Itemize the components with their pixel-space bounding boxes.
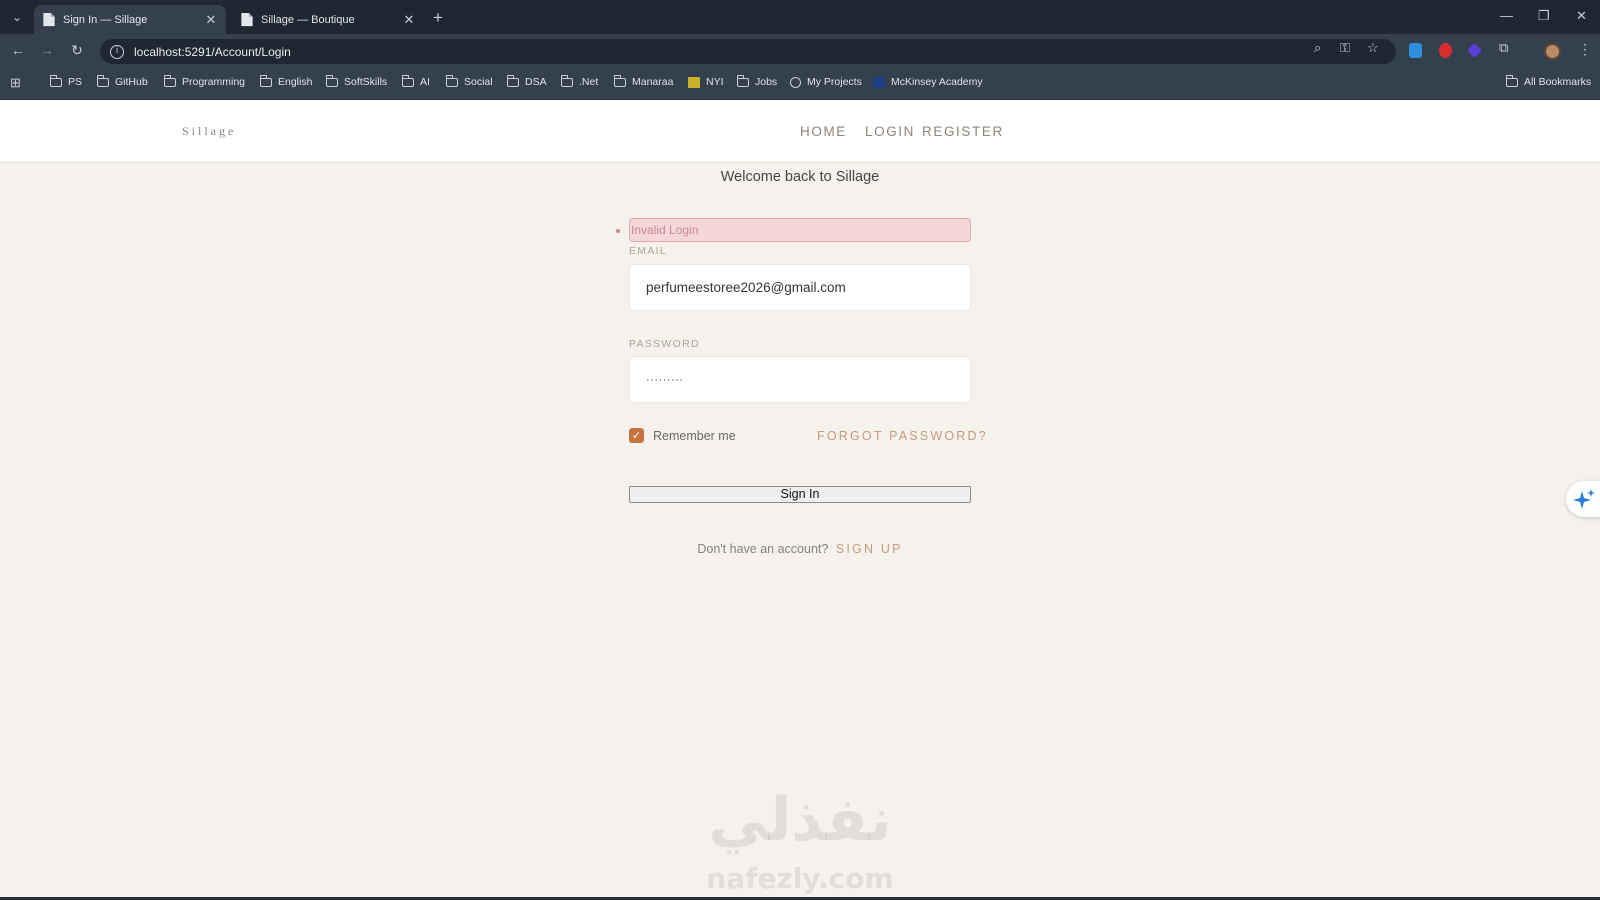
forward-arrow-icon[interactable]: →: [38, 42, 56, 58]
folder-icon: [49, 75, 62, 87]
extension-blue-icon[interactable]: [1409, 43, 1422, 58]
remember-me-label[interactable]: Remember me: [653, 429, 736, 443]
bookmark-folder[interactable]: .Net: [560, 75, 598, 88]
bookmark-folder[interactable]: Social: [445, 75, 493, 88]
password-label: PASSWORD: [629, 338, 700, 350]
tab-title: Sillage — Boutique: [261, 13, 355, 26]
apps-grid-icon[interactable]: ⊞: [10, 75, 21, 91]
folder-icon: [445, 75, 458, 87]
bookmark-star-icon[interactable]: ☆: [1367, 40, 1379, 56]
watermark-arabic: نفذلي: [708, 785, 892, 855]
extension-purple-icon[interactable]: [1466, 42, 1483, 59]
bookmark-folder[interactable]: DSA: [506, 75, 547, 88]
sign-in-button[interactable]: Sign In: [629, 486, 971, 503]
folder-icon: [96, 75, 109, 87]
back-arrow-icon[interactable]: ←: [9, 42, 27, 58]
nav-home[interactable]: HOME: [800, 124, 847, 139]
password-value: ·········: [646, 373, 684, 386]
folder-icon: [259, 75, 272, 87]
bookmark-folder[interactable]: Jobs: [736, 75, 777, 88]
new-tab-plus-icon[interactable]: +: [433, 8, 443, 28]
email-field[interactable]: perfumeestoree2026@gmail.com: [629, 264, 971, 311]
mckinsey-icon: [873, 76, 885, 88]
bookmark-folder[interactable]: Manaraa: [613, 75, 673, 88]
tab-sign-in[interactable]: Sign In — Sillage ✕: [34, 5, 226, 34]
folder-icon: [736, 75, 749, 87]
profile-avatar[interactable]: [1544, 43, 1561, 60]
extension-red-icon[interactable]: [1439, 43, 1452, 58]
url-text[interactable]: localhost:5291/Account/Login: [134, 45, 291, 59]
restore-icon[interactable]: ❐: [1538, 8, 1550, 24]
nav-register[interactable]: REGISTER: [922, 124, 1004, 139]
bookmark-folder[interactable]: GitHub: [96, 75, 148, 88]
site-info-icon[interactable]: i: [110, 44, 124, 59]
folder-icon: [560, 75, 573, 87]
bookmark-link[interactable]: My Projects: [790, 76, 862, 88]
folder-icon: [401, 75, 414, 87]
password-field[interactable]: ·········: [629, 356, 971, 403]
watermark-latin: nafezly.com: [706, 862, 894, 895]
page-icon: [43, 12, 55, 27]
address-bar[interactable]: i localhost:5291/Account/Login: [100, 39, 1396, 64]
bookmark-folder[interactable]: AI: [401, 75, 430, 88]
browser-menu-icon[interactable]: ⋮: [1578, 41, 1592, 58]
forgot-password-link[interactable]: FORGOT PASSWORD?: [817, 429, 988, 443]
bookmark-folder[interactable]: SoftSkills: [325, 75, 387, 88]
email-label: EMAIL: [629, 245, 668, 257]
no-account-text: Don't have an account?: [697, 542, 829, 556]
reload-icon[interactable]: ↻: [68, 42, 86, 59]
password-key-icon[interactable]: ⚿: [1340, 40, 1350, 56]
nyi-image-icon: [688, 76, 700, 88]
extensions-puzzle-icon[interactable]: ⧉: [1499, 40, 1508, 56]
bookmark-link[interactable]: NYI: [688, 76, 724, 88]
tab-boutique[interactable]: Sillage — Boutique ✕: [232, 5, 424, 34]
zoom-icon[interactable]: ⌕: [1314, 40, 1321, 56]
close-tab-icon[interactable]: ✕: [204, 12, 218, 28]
bookmark-folder[interactable]: Programming: [163, 75, 245, 88]
minimize-icon[interactable]: —: [1500, 8, 1513, 23]
error-bullet: [616, 229, 620, 233]
remember-me-checkbox[interactable]: ✓: [629, 428, 644, 443]
validation-error: Invalid Login: [629, 218, 971, 242]
page-icon: [241, 12, 253, 27]
nav-login[interactable]: LOGIN: [865, 124, 915, 139]
bookmarks-bar: ⊞ PS GitHub Programming English SoftSkil…: [0, 68, 1600, 100]
signup-prompt: Don't have an account? SIGN UP: [0, 542, 1600, 556]
window-close-icon[interactable]: ✕: [1576, 8, 1587, 24]
tab-search-chevron-icon[interactable]: ⌄: [6, 7, 28, 27]
bookmark-folder[interactable]: PS: [49, 75, 82, 88]
folder-icon: [325, 75, 338, 87]
remember-me: ✓ Remember me: [629, 428, 736, 443]
folder-icon: [1505, 75, 1518, 87]
sparkle-icon: [1573, 489, 1595, 509]
tab-title: Sign In — Sillage: [63, 13, 148, 26]
browser-toolbar: ← → ↻ i localhost:5291/Account/Login ⌕ ⚿…: [0, 34, 1600, 68]
site-logo[interactable]: Sillage: [182, 124, 236, 139]
site-header: Sillage HOME LOGIN REGISTER: [0, 100, 1600, 163]
close-tab-icon[interactable]: ✕: [402, 12, 416, 28]
globe-icon: [790, 76, 801, 88]
all-bookmarks[interactable]: All Bookmarks: [1505, 75, 1591, 88]
browser-tabstrip: ⌄ Sign In — Sillage ✕ Sillage — Boutique…: [0, 0, 1600, 34]
assistant-sparkle-button[interactable]: [1566, 481, 1600, 517]
page-title: Welcome back to Sillage: [720, 169, 880, 185]
sign-up-link[interactable]: SIGN UP: [836, 542, 903, 556]
bookmark-link[interactable]: McKinsey Academy: [873, 76, 983, 88]
folder-icon: [163, 75, 176, 87]
email-value: perfumeestoree2026@gmail.com: [646, 280, 846, 295]
folder-icon: [613, 75, 626, 87]
bookmark-folder[interactable]: English: [259, 75, 312, 88]
folder-icon: [506, 75, 519, 87]
